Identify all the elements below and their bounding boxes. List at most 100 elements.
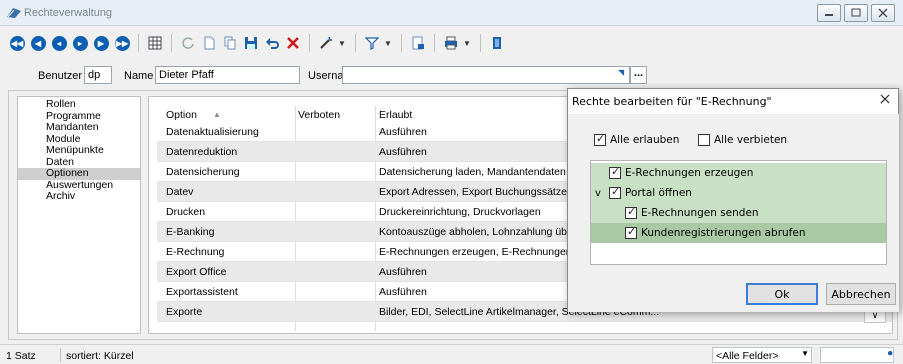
exit-door-icon [493,37,501,49]
maximize-icon [851,8,861,17]
sidebar-item-rollen[interactable]: Rollen [18,98,140,111]
allow-all-option[interactable]: Alle erlauben [594,132,680,146]
refresh-icon [182,37,194,49]
dialog-title: Rechte bearbeiten für "E-Rechnung" [572,95,772,108]
tree-checkbox[interactable] [609,185,621,199]
name-field[interactable]: Dieter Pfaff [155,66,300,84]
tools-button[interactable] [317,34,335,52]
sort-status: sortiert: Kürzel [66,350,134,362]
tree-item-portal-oeffnen[interactable]: v Portal öffnen [591,183,886,203]
first-record-button[interactable]: ◀◀ [8,34,26,52]
cell-option: Export Office [166,266,227,278]
dialog-body: Alle erlauben Alle verbieten E-Rechnunge… [568,114,899,312]
close-icon [880,94,890,104]
new-button[interactable] [200,34,218,52]
benutzer-field[interactable]: dp [84,66,112,84]
cancel-button[interactable]: Abbrechen [826,283,896,305]
dropdown-corner-icon: ◥ [618,68,625,77]
toolbar-separator [355,34,356,52]
toolbar-separator [434,34,435,52]
copy-icon [224,36,236,50]
exit-button[interactable] [488,34,506,52]
copy-button[interactable] [221,34,239,52]
allow-all-label: Alle erlauben [610,134,680,146]
print-dropdown-arrow[interactable]: ▼ [463,39,473,48]
delete-button[interactable] [284,34,302,52]
table-view-button[interactable] [146,34,164,52]
sidebar-item-optionen[interactable]: Optionen [18,167,140,180]
tree-checkbox[interactable] [609,165,621,179]
sidebar-item-menuepunkte[interactable]: Menüpunkte [18,144,140,157]
toolbar-separator [171,34,172,52]
dialog-close-button[interactable] [880,92,890,108]
record-count: 1 Satz [6,350,36,362]
tree-item-kundenregistrierungen-abrufen[interactable]: Kundenregistrierungen abrufen [591,223,886,243]
search-icon[interactable]: ● [887,347,893,359]
next-record-button[interactable]: ▸ [71,34,89,52]
rights-tree: E-Rechnungen erzeugen v Portal öffnen E-… [590,160,887,265]
prev-page-button[interactable]: ◀ [29,34,47,52]
tree-checkbox[interactable] [625,225,637,239]
ok-button[interactable]: Ok [746,283,818,305]
refresh-button[interactable] [179,34,197,52]
filter-icon [365,37,379,50]
name-label: Name [124,70,154,82]
expand-chevron-icon[interactable]: v [595,188,605,199]
filter-button[interactable] [363,34,381,52]
tree-checkbox[interactable] [625,205,637,219]
next-page-button[interactable]: ▶ [92,34,110,52]
close-button[interactable] [871,4,895,22]
column-header-verboten[interactable]: Verboten [298,109,340,121]
column-header-erlaubt[interactable]: Erlaubt [379,109,412,121]
filter-dropdown-arrow[interactable]: ▼ [384,39,394,48]
next-icon: ▸ [72,35,88,51]
tools-dropdown-arrow[interactable]: ▼ [338,39,348,48]
rights-dialog: Rechte bearbeiten für "E-Rechnung" Alle … [567,88,899,312]
field-filter-value: <Alle Felder> [716,350,779,362]
field-filter-select[interactable]: <Alle Felder> ▼ [712,347,812,363]
minimize-icon [825,14,833,16]
save-icon [245,37,257,49]
user-bar: Benutzer dp Name Dieter Pfaff Username ◥… [0,64,903,86]
print-button[interactable] [442,34,460,52]
username-field[interactable] [342,66,630,84]
last-record-button[interactable]: ▶▶ [113,34,131,52]
deny-all-checkbox[interactable] [698,134,710,146]
cell-option: Exportassistent [166,286,238,298]
window-title: Rechteverwaltung [24,7,113,19]
toolbar-separator [480,34,481,52]
next-page-icon: ▶ [93,35,109,51]
status-bar: 1 Satz sortiert: Kürzel <Alle Felder> ▼ … [0,344,903,364]
sidebar-item-archiv[interactable]: Archiv [18,190,140,203]
save-button[interactable] [242,34,260,52]
table-icon [148,36,162,50]
last-icon: ▶▶ [114,35,130,51]
tree-item-e-rechnungen-erzeugen[interactable]: E-Rechnungen erzeugen [591,163,886,183]
app-icon [6,5,22,22]
cell-option: Datenaktualisierung [166,126,259,138]
tree-item-e-rechnungen-senden[interactable]: E-Rechnungen senden [591,203,886,223]
cell-option: Datensicherung [166,166,240,178]
tree-item-label: E-Rechnungen erzeugen [625,167,754,179]
cell-option: Datev [166,186,194,198]
prev-page-icon: ◀ [30,35,46,51]
sidebar-item-auswertungen[interactable]: Auswertungen [18,179,140,192]
column-header-option[interactable]: Option [166,109,197,121]
minimize-button[interactable] [817,4,841,22]
report-button[interactable] [409,34,427,52]
category-list: Rollen Programme Mandanten Module Menüpu… [17,96,141,334]
prev-record-button[interactable]: ◂ [50,34,68,52]
search-input[interactable] [820,347,894,363]
toolbar-separator [309,34,310,52]
undo-button[interactable] [263,34,281,52]
tree-item-label: E-Rechnungen senden [641,207,759,219]
sidebar-item-mandanten[interactable]: Mandanten [18,121,140,134]
maximize-button[interactable] [844,4,868,22]
deny-all-option[interactable]: Alle verbieten [698,134,787,146]
username-lookup-button[interactable]: ... [630,66,647,84]
close-icon [878,8,888,18]
delete-icon [287,37,299,49]
toolbar-separator [401,34,402,52]
toolbar-separator [138,34,139,52]
allow-all-checkbox[interactable] [594,132,606,146]
